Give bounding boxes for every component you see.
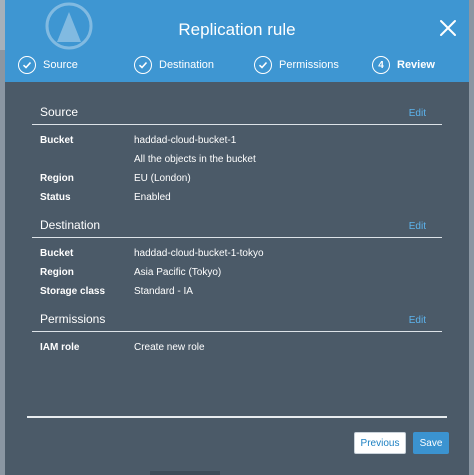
close-button[interactable]	[437, 17, 459, 39]
save-button[interactable]: Save	[413, 432, 449, 454]
step-label: Review	[397, 59, 435, 71]
detail-key: Bucket	[40, 248, 74, 259]
step-number: 4	[372, 56, 390, 74]
step-destination[interactable]: Destination	[134, 54, 214, 76]
section-permissions: Permissions Edit IAM role Create new rol…	[32, 305, 442, 361]
detail-value: Enabled	[134, 192, 171, 203]
detail-row: Bucket haddad-cloud-bucket-1	[40, 131, 442, 150]
footer-divider	[27, 416, 447, 418]
detail-value: EU (London)	[134, 173, 191, 184]
background-tab	[150, 471, 220, 475]
detail-key: Bucket	[40, 135, 74, 146]
step-permissions[interactable]: Permissions	[254, 54, 339, 76]
detail-row: Status Enabled	[40, 188, 442, 207]
edit-source-link[interactable]: Edit	[409, 108, 426, 124]
detail-value: Standard - IA	[134, 286, 193, 297]
detail-row: Bucket haddad-cloud-bucket-1-tokyo	[40, 244, 442, 263]
detail-key: Region	[40, 267, 74, 278]
section-header: Destination Edit	[32, 211, 442, 238]
detail-value: Create new role	[134, 342, 205, 353]
review-content: Source Edit Bucket haddad-cloud-bucket-1…	[32, 98, 442, 361]
section-header: Permissions Edit	[32, 305, 442, 332]
previous-button[interactable]: Previous	[354, 432, 406, 454]
modal-title: Replication rule	[178, 20, 296, 39]
detail-value: All the objects in the bucket	[134, 154, 256, 165]
section-title: Permissions	[40, 312, 106, 326]
detail-row: All the objects in the bucket	[40, 150, 442, 169]
replication-rule-modal: Replication rule Source Destination Perm…	[5, 0, 469, 475]
section-title: Source	[40, 105, 79, 119]
step-label: Destination	[159, 59, 215, 71]
check-icon	[254, 56, 272, 74]
section-destination: Destination Edit Bucket haddad-cloud-buc…	[32, 211, 442, 305]
section-title: Destination	[40, 218, 101, 232]
step-label: Source	[43, 59, 78, 71]
section-source: Source Edit Bucket haddad-cloud-bucket-1…	[32, 98, 442, 211]
detail-key: Region	[40, 173, 74, 184]
step-source[interactable]: Source	[18, 54, 78, 76]
detail-value: Asia Pacific (Tokyo)	[134, 267, 222, 278]
detail-value: haddad-cloud-bucket-1	[134, 135, 237, 146]
modal-header: Replication rule Source Destination Perm…	[5, 0, 469, 82]
detail-key: Storage class	[40, 286, 106, 297]
check-icon	[134, 56, 152, 74]
edit-permissions-link[interactable]: Edit	[409, 315, 426, 331]
detail-row: Region EU (London)	[40, 169, 442, 188]
detail-row: Storage class Standard - IA	[40, 282, 442, 301]
step-label: Permissions	[279, 59, 339, 71]
edit-destination-link[interactable]: Edit	[409, 221, 426, 237]
wizard-steps: Source Destination Permissions 4 Review	[5, 54, 469, 76]
close-icon	[440, 20, 456, 36]
detail-row: IAM role Create new role	[40, 338, 442, 357]
check-icon	[18, 56, 36, 74]
detail-row: Region Asia Pacific (Tokyo)	[40, 263, 442, 282]
detail-key: Status	[40, 192, 71, 203]
step-review[interactable]: 4 Review	[372, 54, 435, 76]
section-header: Source Edit	[32, 98, 442, 125]
detail-key: IAM role	[40, 342, 80, 353]
detail-value: haddad-cloud-bucket-1-tokyo	[134, 248, 264, 259]
